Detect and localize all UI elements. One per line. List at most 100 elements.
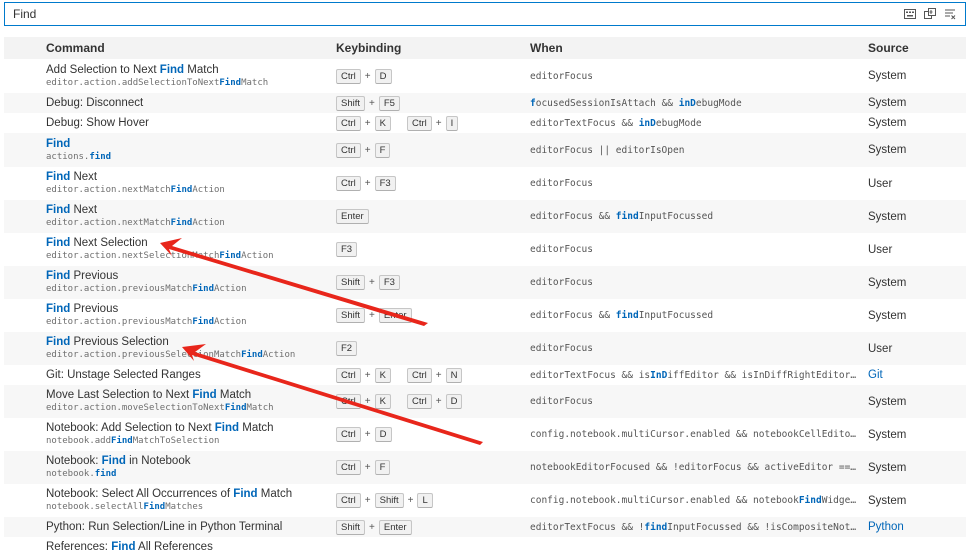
record-keys-icon[interactable] [903, 7, 917, 21]
command-cell: Git: Unstage Selected Ranges [46, 369, 201, 382]
command-title-segment: Find [233, 488, 258, 500]
command-cell: Python: Run Selection/Line in Python Ter… [46, 521, 282, 534]
command-id-segment: Action [214, 317, 247, 327]
table-row[interactable]: Git: Unstage Selected Ranges Ctrl + K Ctrl + N… [4, 365, 966, 385]
clear-filter-icon[interactable] [943, 7, 957, 21]
when-cell: editorTextFocus && !findInputFocussed &&… [530, 522, 860, 533]
command-title: References: Find All References [46, 541, 213, 554]
when-clause-segment: editorTextF [530, 117, 593, 129]
command-id: editor.action.nextMatchFindAction [46, 217, 225, 229]
keycap: Ctrl [336, 394, 361, 409]
keybinding-cell[interactable]: Shift + F3 [336, 275, 400, 290]
when-cell: editorFocus [530, 178, 860, 189]
command-title: Python: Run Selection/Line in Python Ter… [46, 521, 282, 534]
key-plus: + [364, 178, 371, 189]
search-bar[interactable] [4, 2, 966, 26]
column-header-command[interactable]: Command [46, 41, 105, 55]
keybinding-cell[interactable]: Ctrl + K Ctrl + D [336, 394, 463, 409]
keycap: F3 [378, 275, 400, 290]
command-cell: Find Next Selection editor.action.nextSel… [46, 237, 274, 262]
command-id-segment: Find [170, 185, 193, 195]
keybinding-cell[interactable]: Shift + Enter [336, 308, 412, 323]
command-title-segment: Find [46, 204, 71, 216]
keybinding-cell[interactable]: Ctrl + D [336, 427, 392, 442]
table-row[interactable]: Notebook: Find in Notebook notebook.find C… [4, 451, 966, 484]
table-row[interactable]: Notebook: Select All Occurrences of Find… [4, 484, 966, 517]
command-cell: Debug: Disconnect [46, 97, 143, 110]
column-header-keybinding[interactable]: Keybinding [336, 41, 401, 55]
keycap: Enter [378, 308, 412, 323]
keycap: Ctrl [336, 176, 361, 191]
when-clause-segment: editorFocus [530, 343, 593, 354]
keybinding-cell[interactable]: Ctrl + F [336, 142, 391, 158]
table-row[interactable]: Add Selection to Next Find Match editor.a… [4, 59, 966, 93]
keybinding-cell[interactable]: Ctrl + K Ctrl + I [336, 115, 459, 131]
table-row[interactable]: Notebook: Add Selection to Next Find Mat… [4, 418, 966, 451]
table-row[interactable]: Python: Run Selection/Line in Python Ter… [4, 517, 966, 537]
command-title-segment: Find [192, 389, 217, 401]
key-plus: + [435, 369, 442, 381]
when-cell: editorFocus && findInputFocussed [530, 211, 860, 222]
command-title-segment: Notebook: [46, 455, 102, 467]
keycap: D [445, 394, 463, 409]
command-title: Notebook: Add Selection to Next Find Mat… [46, 422, 274, 435]
source-cell[interactable]: Git [868, 369, 883, 381]
command-id-segment: actions. [46, 151, 90, 162]
search-toolbar [903, 7, 957, 21]
search-input[interactable] [5, 3, 903, 25]
keycap: K [374, 115, 391, 131]
keybinding-cell[interactable]: Shift + F5 [336, 95, 400, 111]
command-title-segment: in Notebook [125, 455, 191, 467]
command-title-segment: Match [184, 63, 219, 76]
keycap: Ctrl [406, 115, 432, 131]
table-row[interactable]: References: Find All References [4, 537, 966, 557]
table-row[interactable]: Find Next Selection editor.action.nextSel… [4, 233, 966, 266]
command-title: Find Previous Selection [46, 336, 295, 349]
table-row[interactable]: Find Previous editor.action.previousMatch… [4, 299, 966, 332]
command-id: notebook.find [46, 468, 190, 480]
table-row[interactable]: Debug: Show Hover Ctrl + K Ctrl + IeditorTextF… [4, 113, 966, 133]
source-cell: System [868, 428, 907, 441]
command-id-segment: Match [246, 403, 274, 413]
when-clause-segment: editorFocus [530, 178, 593, 189]
source-cell: User [868, 342, 893, 355]
source-cell: System [868, 461, 907, 474]
source-cell[interactable]: Python [868, 521, 904, 533]
column-header-source[interactable]: Source [868, 41, 909, 55]
table-row[interactable]: Find Previous Selection editor.action.pre… [4, 332, 966, 365]
table-row[interactable]: Find Next editor.action.nextMatchFindActi… [4, 167, 966, 200]
command-id-segment: Find [143, 502, 166, 512]
command-id-segment: Find [192, 317, 214, 327]
sort-by-precedence-icon[interactable] [923, 7, 937, 21]
command-id-segment: Find [219, 251, 242, 261]
when-clause-segment: editorFocus && [530, 211, 616, 222]
keybinding-cell[interactable]: Shift + Enter [336, 519, 412, 535]
command-title: Find Next [46, 171, 225, 184]
command-title-segment: Next [70, 204, 98, 216]
key-plus: + [435, 117, 442, 129]
when-clause-segment: notebookEditorFocused && !editorFocus &&… [530, 462, 860, 473]
command-id-segment: Find [219, 77, 242, 88]
keybinding-cell[interactable]: Ctrl + K Ctrl + N [336, 367, 463, 383]
keybinding-cell[interactable]: Ctrl + F3 [336, 176, 396, 191]
when-clause-segment: editorTextFocus && ! [530, 521, 645, 533]
table-row[interactable]: Find Previous editor.action.previousMatch… [4, 266, 966, 299]
table-row[interactable]: Move Last Selection to Next Find Match ed… [4, 385, 966, 418]
keybinding-cell[interactable]: Enter [336, 209, 369, 224]
table-row[interactable]: Debug: Disconnect Shift + F5 focusedSessionI… [4, 93, 966, 113]
command-cell: Notebook: Find in Notebook notebook.find [46, 455, 190, 480]
source-cell: System [868, 276, 907, 289]
table-row[interactable]: Find actions.find Ctrl + FeditorFocus || edi… [4, 133, 966, 167]
command-title: Add Selection to Next Find Match [46, 64, 268, 77]
command-id-segment: find [94, 469, 117, 479]
column-header-when[interactable]: When [530, 41, 860, 55]
keybinding-cell[interactable]: Ctrl + F [336, 460, 391, 475]
when-clause-segment: editorFocus [530, 244, 593, 255]
command-title-segment: References: [46, 540, 112, 553]
keybinding-cell[interactable]: F3 [336, 242, 358, 257]
table-row[interactable]: Find Next editor.action.nextMatchFindActi… [4, 200, 966, 233]
keybinding-cell[interactable]: Ctrl + D [336, 68, 392, 84]
keybinding-cell[interactable]: F2 [336, 341, 358, 356]
keybinding-cell[interactable]: Ctrl + Shift + L [336, 493, 433, 508]
source-cell: User [868, 177, 893, 190]
